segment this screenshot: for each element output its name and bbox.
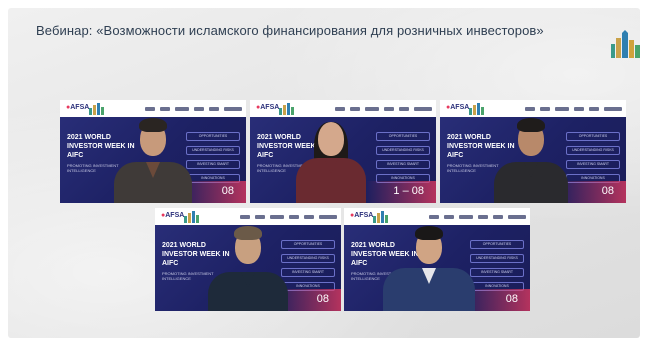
event-date: 08 (316, 293, 329, 305)
building-logo-icon (611, 30, 640, 58)
webinar-title: Вебинар: «Возможности исламского финанси… (36, 23, 544, 38)
participant-video (344, 208, 530, 311)
participant-video (60, 100, 246, 203)
video-tile-5[interactable]: ●AFSA 2021 WORLD INVESTOR WEEK IN AIFC P… (344, 208, 530, 311)
event-date: 1 – 08 (393, 185, 424, 197)
event-date: 08 (505, 293, 518, 305)
event-date: 08 (221, 185, 234, 197)
video-tile-1[interactable]: ●AFSA 2021 WORLD INVESTOR WEEK IN AIFC P… (60, 100, 246, 203)
video-tile-4[interactable]: ●AFSA 2021 WORLD INVESTOR WEEK IN AIFC P… (155, 208, 341, 311)
participant-video (155, 208, 341, 311)
video-tile-2[interactable]: ●AFSA 2021 WORLD INVESTOR WEEK IN AIFC P… (250, 100, 436, 203)
video-tile-3[interactable]: ●AFSA 2021 WORLD INVESTOR WEEK IN AIFC P… (440, 100, 626, 203)
participant-video (440, 100, 626, 203)
event-date: 08 (601, 185, 614, 197)
